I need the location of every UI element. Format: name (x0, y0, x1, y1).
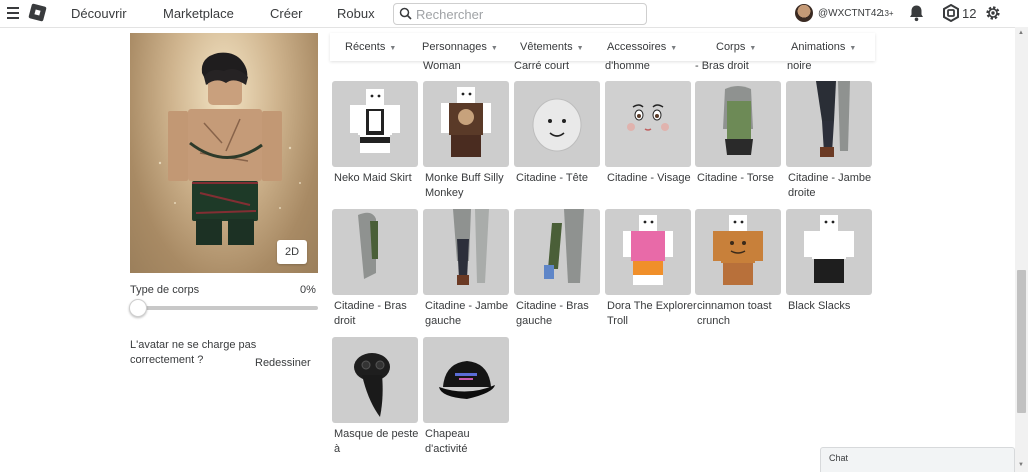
dora-outfit-thumbnail[interactable] (605, 209, 691, 295)
username[interactable]: @WXCTNT42 (818, 0, 882, 27)
body-type-value: 0% (300, 284, 316, 296)
robux-icon[interactable] (942, 4, 960, 22)
tab-accessories[interactable]: Accessoires ▼ (607, 33, 677, 61)
tab-animations[interactable]: Animations ▼ (791, 33, 856, 61)
view-2d-toggle[interactable]: 2D (277, 240, 307, 264)
nav-discover[interactable]: Découvrir (71, 0, 127, 27)
item-name[interactable]: Dora The Explorer Troll (607, 299, 697, 329)
item-name[interactable]: Chapeau d'activité (425, 427, 515, 457)
item-name[interactable]: Masque de peste à (334, 427, 424, 457)
scrollbar-thumb[interactable] (1017, 270, 1026, 413)
item-name[interactable]: Citadine - Visage (607, 171, 697, 186)
face-thumbnail[interactable] (605, 81, 691, 167)
item-name-overflow: Woman (423, 60, 461, 72)
chevron-down-icon: ▼ (749, 45, 757, 52)
torso-thumbnail[interactable] (695, 81, 781, 167)
search-icon (399, 7, 412, 20)
tab-label: Personnages (422, 41, 487, 53)
settings-gear-icon[interactable] (984, 4, 1002, 22)
top-navigation-bar: Découvrir Marketplace Créer Robux @WXCTN… (0, 0, 1028, 28)
cap-thumbnail[interactable] (423, 337, 509, 423)
hamburger-icon[interactable] (7, 7, 19, 19)
chat-bar[interactable]: Chat (820, 447, 1015, 472)
item-name-overflow: noire (787, 60, 812, 72)
chevron-down-icon: ▼ (389, 45, 397, 52)
roblox-logo-icon[interactable] (28, 3, 47, 22)
item-name[interactable]: Black Slacks (788, 299, 878, 314)
tab-body[interactable]: Corps ▼ (716, 33, 756, 61)
item-name[interactable]: cinnamon toast crunch (697, 299, 787, 329)
tab-label: Vêtements (520, 41, 573, 53)
chevron-down-icon: ▼ (576, 45, 584, 52)
chat-label: Chat (829, 453, 849, 463)
black-slacks-thumbnail[interactable] (786, 209, 872, 295)
nav-marketplace[interactable]: Marketplace (163, 0, 234, 27)
item-name[interactable]: Citadine - Jambe droite (788, 171, 878, 201)
body-type-slider-knob[interactable] (129, 299, 147, 317)
tab-characters[interactable]: Personnages ▼ (422, 33, 498, 61)
tab-recents[interactable]: Récents ▼ (345, 33, 396, 61)
tab-label: Animations (791, 41, 846, 53)
item-name[interactable]: Citadine - Tête (516, 171, 606, 186)
tab-label: Récents (345, 41, 386, 53)
head-thumbnail[interactable] (514, 81, 600, 167)
cereal-shirt-thumbnail[interactable] (695, 209, 781, 295)
scroll-up-icon[interactable]: ▲ (1018, 30, 1024, 36)
scroll-down-icon[interactable]: ▼ (1018, 462, 1024, 468)
tab-label: Corps (716, 41, 746, 53)
item-name[interactable]: Citadine - Bras droit (334, 299, 424, 329)
left-leg-thumbnail[interactable] (423, 209, 509, 295)
redraw-button[interactable]: Redessiner (255, 357, 311, 369)
monkey-shirt-thumbnail[interactable] (423, 81, 509, 167)
chevron-down-icon: ▼ (490, 45, 498, 52)
right-leg-thumbnail[interactable] (786, 81, 872, 167)
left-arm-thumbnail[interactable] (514, 209, 600, 295)
plague-mask-thumbnail[interactable] (332, 337, 418, 423)
age-tag: 13+ (880, 9, 894, 18)
item-name-overflow: d'homme (605, 60, 650, 72)
item-name[interactable]: Neko Maid Skirt (334, 171, 424, 186)
item-name-overflow: - Bras droit (695, 60, 749, 72)
notification-bell-icon[interactable] (908, 4, 925, 22)
maid-outfit-thumbnail[interactable] (332, 81, 418, 167)
right-arm-thumbnail[interactable] (332, 209, 418, 295)
item-name[interactable]: Monke Buff Silly Monkey (425, 171, 515, 201)
item-name[interactable]: Citadine - Jambe gauche (425, 299, 515, 329)
robux-balance[interactable]: 12 (962, 0, 976, 27)
search-input[interactable] (416, 4, 636, 24)
nav-create[interactable]: Créer (270, 0, 303, 27)
chevron-down-icon: ▼ (849, 45, 857, 52)
user-avatar-icon[interactable] (795, 4, 813, 22)
nav-robux[interactable]: Robux (337, 0, 375, 27)
avatar-preview[interactable] (130, 33, 318, 273)
tab-label: Accessoires (607, 41, 667, 53)
body-type-label: Type de corps (130, 284, 200, 296)
item-name[interactable]: Citadine - Bras gauche (516, 299, 606, 329)
body-type-slider-track[interactable] (134, 306, 318, 310)
item-name-overflow: Carré court (514, 60, 570, 72)
avatar-figure (158, 52, 301, 245)
chevron-down-icon: ▼ (670, 45, 678, 52)
category-tabs: Récents ▼ Personnages ▼ Vêtements ▼ Accesso… (330, 33, 875, 61)
tab-clothing[interactable]: Vêtements ▼ (520, 33, 584, 61)
item-name[interactable]: Citadine - Torse (697, 171, 787, 186)
search-box[interactable] (393, 3, 647, 25)
